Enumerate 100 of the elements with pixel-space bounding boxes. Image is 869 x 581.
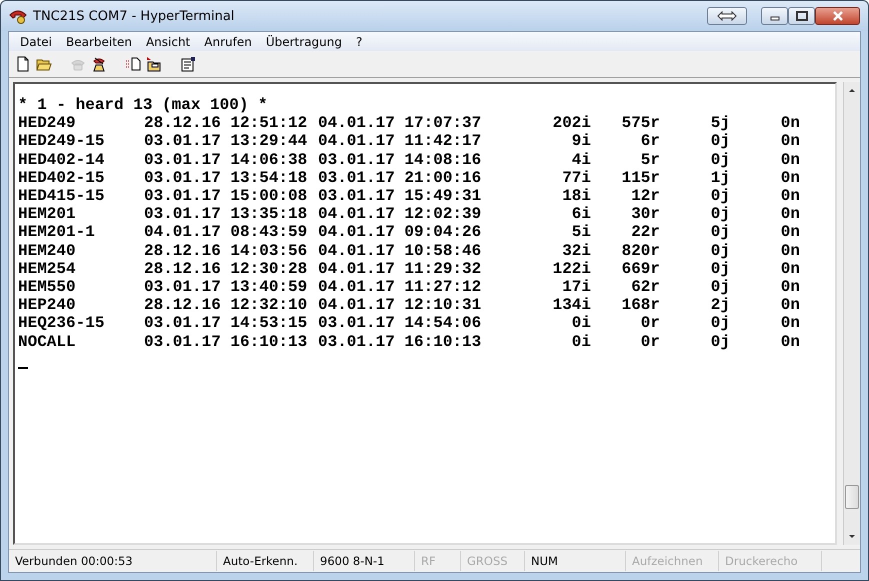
send-file-icon[interactable] xyxy=(125,56,141,72)
n-count: 0n xyxy=(780,260,800,278)
j-count: 0j xyxy=(710,260,730,278)
switch-button[interactable] xyxy=(707,7,747,25)
callsign: HED402-14 xyxy=(18,150,106,169)
callsign: HED415-15 xyxy=(18,187,106,206)
n-count: 0n xyxy=(780,314,800,333)
first-heard-time: 03.01.17 13:54:18 xyxy=(144,168,308,188)
j-count: 0j xyxy=(710,132,730,151)
j-count: 1j xyxy=(710,168,730,188)
close-icon xyxy=(832,11,844,21)
status-field: RF xyxy=(415,551,461,571)
scroll-thumb[interactable] xyxy=(845,485,859,509)
close-button[interactable] xyxy=(815,7,860,25)
double-arrow-icon xyxy=(717,11,737,21)
r-frame-count: 820r xyxy=(620,242,660,260)
phone-hangup-icon[interactable] xyxy=(91,56,107,72)
r-frame-count: 22r xyxy=(630,223,660,242)
menu-item[interactable]: ? xyxy=(349,34,370,48)
first-heard-time: 03.01.17 14:06:38 xyxy=(144,150,308,169)
i-frame-count: 0i xyxy=(570,314,591,333)
status-field: GROSS xyxy=(461,551,525,571)
i-frame-count: 5i xyxy=(570,223,591,242)
j-count: 5j xyxy=(710,114,730,132)
n-count: 0n xyxy=(780,242,800,260)
last-heard-time: 03.01.17 15:49:31 xyxy=(318,187,482,206)
properties-icon[interactable] xyxy=(180,56,196,72)
minimize-button[interactable] xyxy=(761,7,788,25)
last-heard-time: 04.01.17 11:27:12 xyxy=(318,278,482,296)
callsign: HEM201 xyxy=(18,205,77,224)
maximize-button[interactable] xyxy=(788,7,815,25)
status-field: NUM xyxy=(525,551,626,571)
status-field: 9600 8-N-1 xyxy=(314,551,415,571)
menu-item[interactable]: Übertragung xyxy=(258,34,349,48)
r-frame-count: 62r xyxy=(630,278,660,296)
i-frame-count: 134i xyxy=(552,296,591,314)
status-field: Aufzeichnen xyxy=(626,551,719,571)
last-heard-time: 04.01.17 10:58:46 xyxy=(318,242,482,260)
r-frame-count: 6r xyxy=(640,132,660,151)
callsign: HEM254 xyxy=(18,260,77,278)
maximize-icon xyxy=(796,11,808,21)
menu-item[interactable]: Anrufen xyxy=(197,34,259,48)
last-heard-time: 03.01.17 16:10:13 xyxy=(318,332,482,351)
first-heard-time: 28.12.16 14:03:56 xyxy=(144,242,308,260)
last-heard-time: 04.01.17 17:07:37 xyxy=(318,114,482,132)
status-field: Druckerecho xyxy=(719,551,822,571)
i-frame-count: 17i xyxy=(561,278,591,296)
r-frame-count: 12r xyxy=(630,187,660,206)
callsign: HED249 xyxy=(18,114,77,132)
i-frame-count: 202i xyxy=(552,114,591,132)
first-heard-time: 04.01.17 08:43:59 xyxy=(144,223,308,242)
last-heard-time: 04.01.17 12:10:31 xyxy=(318,296,482,314)
callsign: HEP240 xyxy=(18,296,77,314)
i-frame-count: 9i xyxy=(570,132,591,151)
status-field: Auto-Erkenn. xyxy=(217,551,314,571)
i-frame-count: 77i xyxy=(561,168,591,188)
j-count: 0j xyxy=(710,223,730,242)
receive-folder-icon[interactable] xyxy=(146,56,162,72)
last-heard-time: 04.01.17 09:04:26 xyxy=(318,223,482,242)
j-count: 0j xyxy=(710,314,730,333)
last-heard-time: 04.01.17 11:42:17 xyxy=(318,132,482,151)
j-count: 0j xyxy=(710,332,730,351)
scrollbar[interactable] xyxy=(843,82,860,545)
n-count: 0n xyxy=(780,187,800,206)
n-count: 0n xyxy=(780,332,800,351)
r-frame-count: 30r xyxy=(630,205,660,224)
terminal-cursor xyxy=(18,366,28,369)
i-frame-count: 32i xyxy=(561,242,591,260)
callsign: HED402-15 xyxy=(18,168,106,188)
first-heard-time: 28.12.16 12:30:28 xyxy=(144,260,308,278)
j-count: 0j xyxy=(710,205,730,224)
r-frame-count: 168r xyxy=(620,296,660,314)
j-count: 0j xyxy=(710,278,730,296)
i-frame-count: 122i xyxy=(552,260,591,278)
j-count: 2j xyxy=(710,296,730,314)
i-frame-count: 6i xyxy=(570,205,591,224)
first-heard-time: 03.01.17 13:40:59 xyxy=(144,278,308,296)
j-count: 0j xyxy=(710,187,730,206)
callsign: NOCALL xyxy=(18,332,77,351)
phone-app-icon xyxy=(9,8,27,24)
menu-item[interactable]: Bearbeiten xyxy=(59,34,139,48)
menu-item[interactable]: Ansicht xyxy=(138,34,198,48)
first-heard-time: 03.01.17 13:29:44 xyxy=(144,132,308,151)
n-count: 0n xyxy=(780,296,800,314)
window-title: TNC21S COM7 - HyperTerminal xyxy=(33,8,236,24)
first-heard-time: 28.12.16 12:51:12 xyxy=(144,114,308,132)
i-frame-count: 0i xyxy=(570,332,591,351)
callsign: HEQ236-15 xyxy=(18,314,106,333)
callsign: HED249-15 xyxy=(18,132,106,151)
r-frame-count: 115r xyxy=(620,168,660,188)
r-frame-count: 5r xyxy=(640,150,660,169)
i-frame-count: 4i xyxy=(570,150,591,169)
j-count: 0j xyxy=(710,150,730,169)
new-document-icon[interactable] xyxy=(15,56,31,72)
first-heard-time: 28.12.16 12:32:10 xyxy=(144,296,308,314)
r-frame-count: 0r xyxy=(640,314,660,333)
first-heard-time: 03.01.17 16:10:13 xyxy=(144,332,308,351)
menu-item[interactable]: Datei xyxy=(13,34,60,48)
j-count: 0j xyxy=(710,242,730,260)
n-count: 0n xyxy=(780,150,800,169)
